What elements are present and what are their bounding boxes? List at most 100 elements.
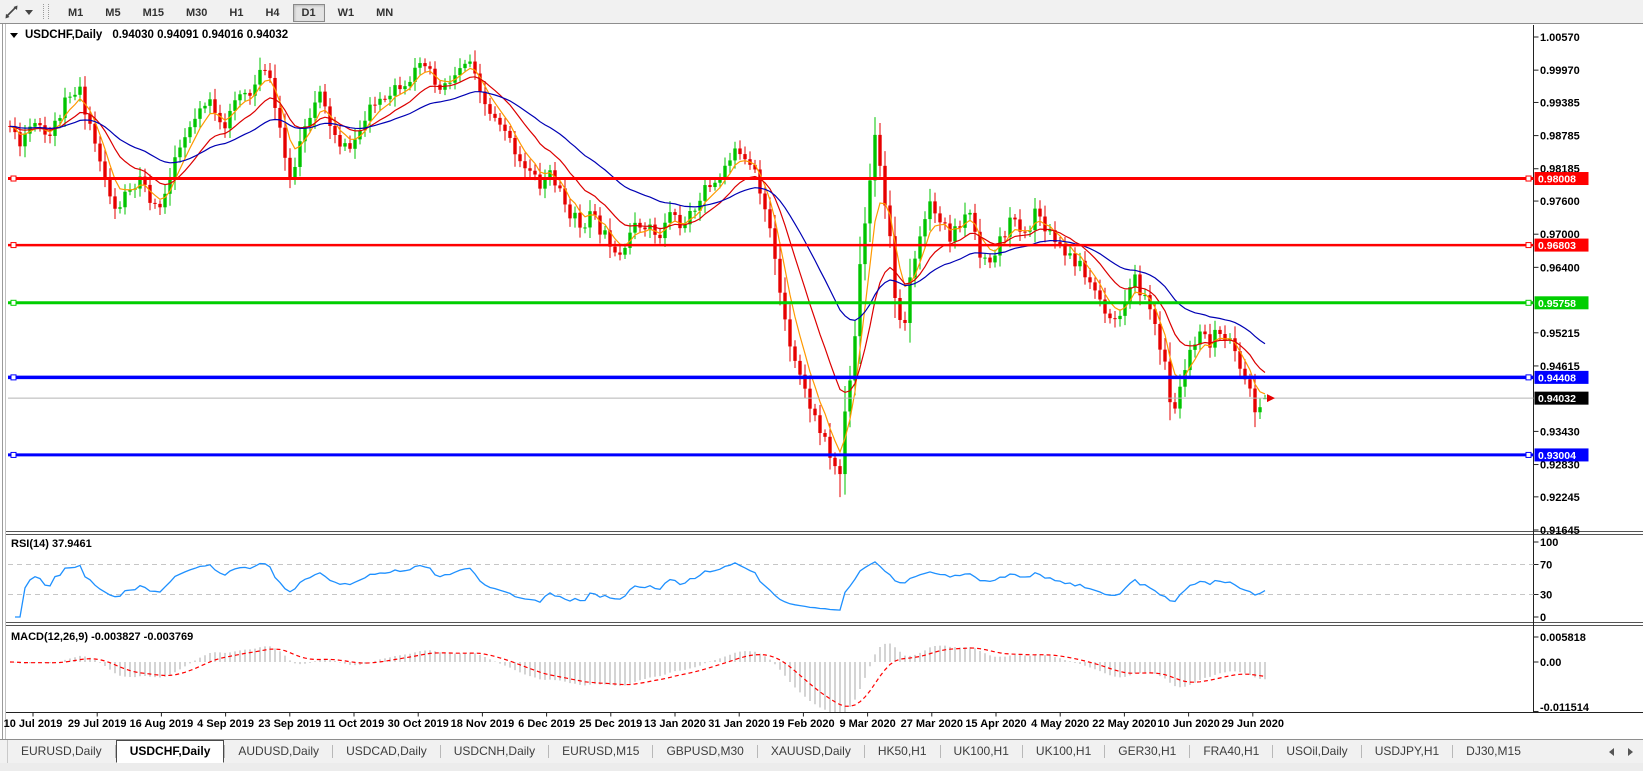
price-tick-label: 0.99970	[1540, 65, 1580, 77]
timeframe-button-m15[interactable]: M15	[134, 4, 173, 22]
price-tick-label: 0.95215	[1540, 328, 1580, 340]
candle-body	[398, 85, 401, 89]
candle-body	[1213, 330, 1216, 348]
candle-body	[578, 213, 581, 228]
tab-hk50-h1[interactable]: HK50,H1	[865, 740, 940, 763]
crosshair-tool-icon[interactable]	[3, 4, 21, 20]
date-tick-label: 29 Jul 2019	[68, 718, 127, 730]
dropdown-caret-icon[interactable]	[25, 10, 33, 15]
tab-audusd-daily[interactable]: AUDUSD,Daily	[225, 740, 332, 763]
timeframe-button-w1[interactable]: W1	[329, 4, 364, 22]
tab-scroll-right-icon[interactable]	[1628, 748, 1633, 756]
candle-body	[1033, 209, 1036, 231]
timeframe-button-h4[interactable]: H4	[256, 4, 288, 22]
tab-uk100-h1[interactable]: UK100,H1	[941, 740, 1022, 763]
level-line-handle[interactable]	[11, 375, 16, 380]
candle-body	[728, 160, 731, 165]
timeframe-button-mn[interactable]: MN	[367, 4, 402, 22]
candle-body	[98, 144, 101, 162]
price-tick-label: 0.99385	[1540, 97, 1580, 109]
candle-body	[223, 122, 226, 128]
level-line-handle[interactable]	[11, 300, 16, 305]
tab-gbpusd-m30[interactable]: GBPUSD,M30	[653, 740, 756, 763]
candle-body	[848, 380, 851, 411]
price-tick-label: 0.92245	[1540, 492, 1580, 504]
candle-body	[468, 62, 471, 64]
chart-canvas[interactable]: 1.005700.999700.993850.987850.981850.976…	[0, 0, 1643, 771]
tab-dj30-m15[interactable]: DJ30,M15	[1453, 740, 1534, 763]
candle-body	[203, 106, 206, 109]
candle-body	[1023, 232, 1026, 233]
candle-body	[883, 166, 886, 206]
candle-body	[623, 248, 626, 255]
timeframe-button-h1[interactable]: H1	[220, 4, 252, 22]
tab-eurusd-m15[interactable]: EURUSD,M15	[549, 740, 652, 763]
level-line-handle[interactable]	[1526, 375, 1531, 380]
date-tick-label: 31 Jan 2020	[708, 718, 770, 730]
tabs-container: EURUSD,DailyUSDCHF,DailyAUDUSD,DailyUSDC…	[8, 740, 1534, 763]
timeframe-button-m1[interactable]: M1	[59, 4, 92, 22]
candle-body	[598, 216, 601, 235]
level-line-handle[interactable]	[1526, 452, 1531, 457]
level-line-handle[interactable]	[11, 176, 16, 181]
tab-scroll-left-icon[interactable]	[1609, 748, 1614, 756]
candle-body	[558, 185, 561, 188]
candle-body	[568, 204, 571, 218]
tab-usdcad-daily[interactable]: USDCAD,Daily	[333, 740, 440, 763]
candle-body	[853, 336, 856, 380]
candle-body	[1003, 236, 1006, 237]
level-line-handle[interactable]	[11, 243, 16, 248]
candle-body	[723, 166, 726, 178]
level-line-handle[interactable]	[1526, 300, 1531, 305]
candle-body	[988, 258, 991, 263]
level-line-handle[interactable]	[11, 452, 16, 457]
candle-body	[173, 157, 176, 178]
candle-body	[23, 134, 26, 147]
candle-body	[613, 247, 616, 253]
collapse-caret-icon[interactable]	[10, 33, 18, 38]
tab-fra40-h1[interactable]: FRA40,H1	[1190, 740, 1272, 763]
level-line-handle[interactable]	[1526, 176, 1531, 181]
tab-usdchf-daily[interactable]: USDCHF,Daily	[116, 740, 225, 763]
candle-body	[703, 185, 706, 201]
macd-indicator-label: MACD(12,26,9) -0.003827 -0.003769	[11, 631, 193, 643]
macd-tick-label: -0.011514	[1540, 702, 1590, 714]
tab-ger30-h1[interactable]: GER30,H1	[1105, 740, 1189, 763]
tab-xauusd-daily[interactable]: XAUUSD,Daily	[758, 740, 864, 763]
toolbar-grip[interactable]	[43, 4, 49, 19]
timeframe-button-m30[interactable]: M30	[177, 4, 216, 22]
candle-body	[238, 94, 241, 100]
price-tick-label: 0.93430	[1540, 426, 1580, 438]
tab-uk100-h1[interactable]: UK100,H1	[1023, 740, 1104, 763]
candle-body	[928, 201, 931, 219]
candle-body	[83, 87, 86, 115]
candle-body	[388, 96, 391, 100]
date-tick-label: 23 Sep 2019	[258, 718, 321, 730]
candle-body	[738, 148, 741, 154]
timeframe-button-m5[interactable]: M5	[96, 4, 129, 22]
candle-body	[898, 298, 901, 320]
timeframe-button-d1[interactable]: D1	[293, 4, 325, 22]
level-line-handle[interactable]	[1526, 243, 1531, 248]
candle-body	[783, 293, 786, 320]
candle-body	[48, 135, 51, 136]
tab-eurusd-daily[interactable]: EURUSD,Daily	[8, 740, 115, 763]
candle-body	[653, 225, 656, 235]
price-tick-label: 0.91645	[1540, 525, 1580, 537]
date-tick-label: 10 Jun 2020	[1157, 718, 1219, 730]
tab-usdcnh-daily[interactable]: USDCNH,Daily	[441, 740, 548, 763]
candle-body	[713, 183, 716, 187]
date-tick-label: 11 Oct 2019	[324, 718, 385, 730]
candle-body	[968, 213, 971, 215]
candle-body	[903, 320, 906, 323]
candle-body	[58, 118, 61, 121]
candle-body	[778, 259, 781, 293]
candle-body	[1133, 274, 1136, 287]
candle-body	[178, 148, 181, 158]
tab-usoil-daily[interactable]: USOil,Daily	[1273, 740, 1360, 763]
date-tick-label: 15 Apr 2020	[965, 718, 1026, 730]
price-tag-label: 0.93004	[1538, 450, 1576, 462]
tab-usdjpy-h1[interactable]: USDJPY,H1	[1362, 740, 1452, 763]
candle-body	[108, 178, 111, 197]
candle-body	[313, 102, 316, 117]
